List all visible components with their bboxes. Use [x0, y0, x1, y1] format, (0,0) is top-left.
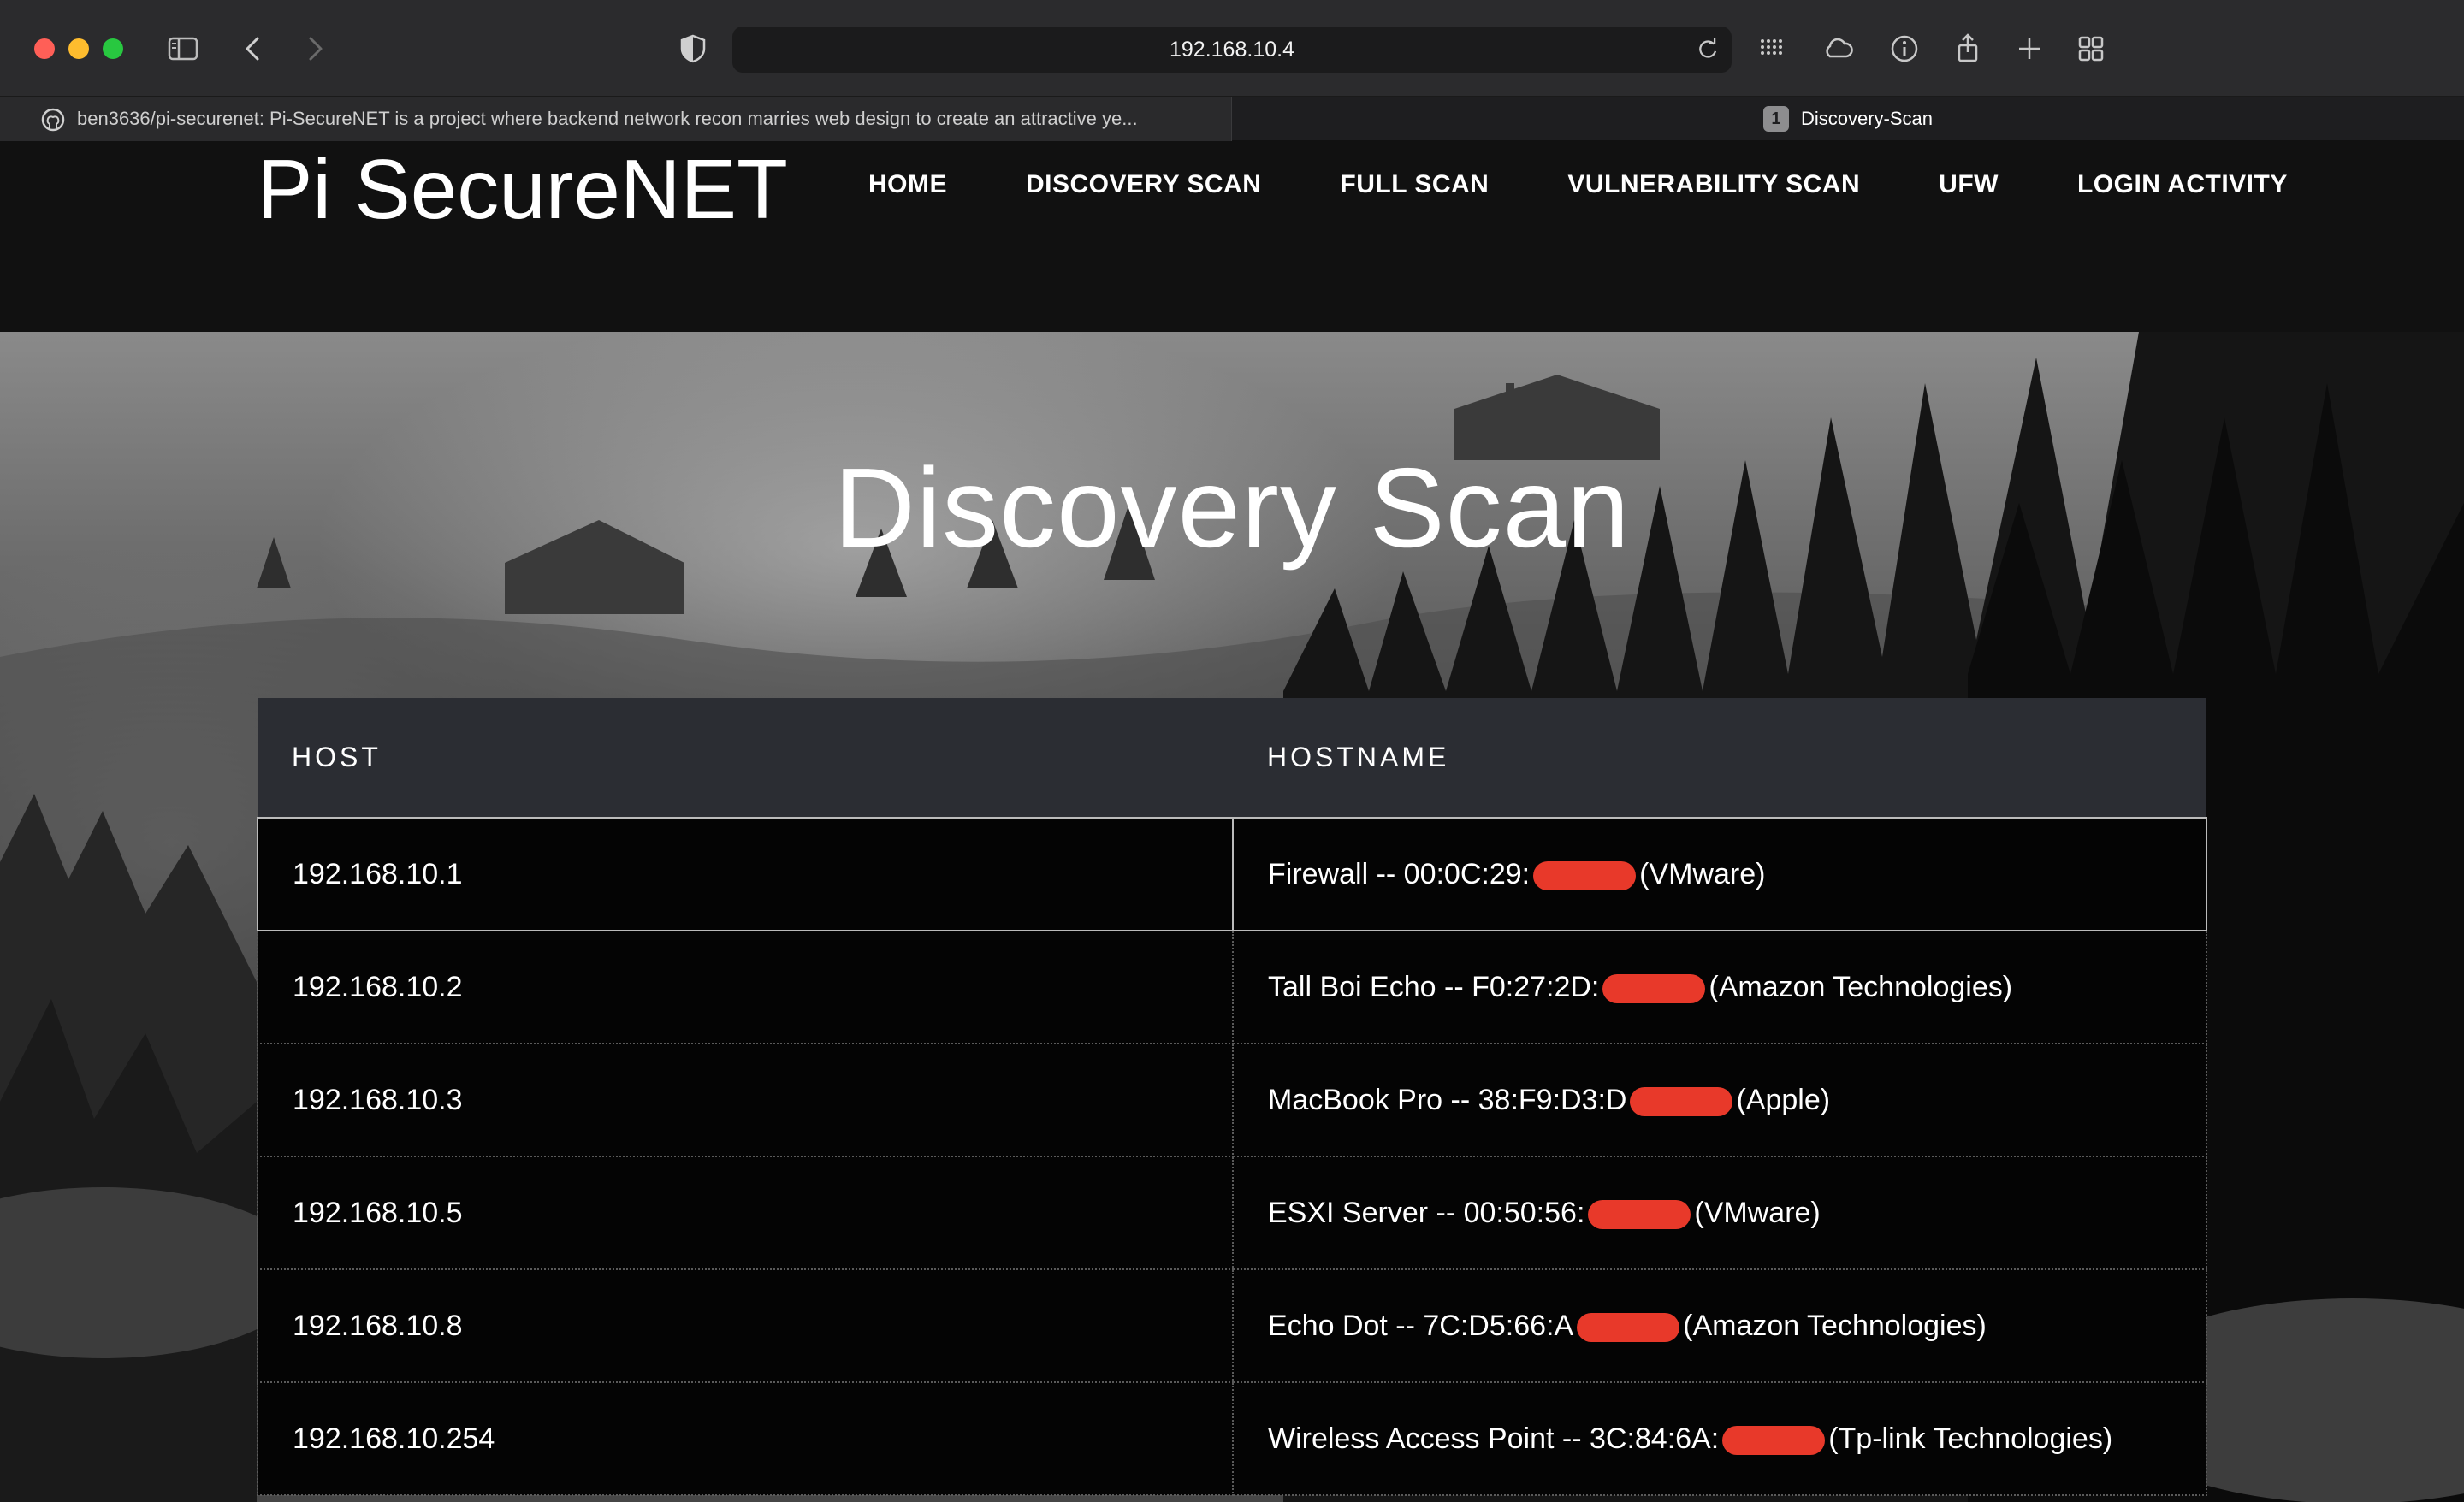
table-header-row: HOST HOSTNAME — [258, 698, 2206, 818]
host-cell: 192.168.10.254 — [257, 1381, 1234, 1496]
hostname-prefix: MacBook Pro -- 38:F9:D3:D — [1268, 1083, 1627, 1116]
table-row: 192.168.10.2 Tall Boi Echo -- F0:27:2D: (… — [257, 930, 2207, 1044]
hostname-cell: Echo Dot -- 7C:D5:66:A (Amazon Technologi… — [1232, 1268, 2207, 1383]
nav-vulnerability-scan[interactable]: VULNERABILITY SCAN — [1567, 170, 1860, 199]
tab-title: Discovery-Scan — [1800, 108, 1934, 129]
nav-home[interactable]: HOME — [868, 170, 947, 199]
site-header: Pi SecureNET HOME DISCOVERY SCAN FULL SC… — [0, 141, 2464, 332]
vendor-text: (Tp-link Technologies) — [1828, 1422, 2113, 1455]
close-window-button[interactable] — [34, 38, 55, 59]
tab-github[interactable]: ben3636/pi-securenet: Pi-SecureNET is a … — [0, 97, 1232, 141]
forward-icon[interactable] — [294, 28, 335, 69]
table-row: 192.168.10.8 Echo Dot -- 7C:D5:66:A (Amaz… — [257, 1268, 2207, 1383]
table-row: 192.168.10.1 Firewall -- 00:0C:29: (VMwar… — [257, 817, 2207, 931]
main-nav: HOME DISCOVERY SCAN FULL SCAN VULNERABIL… — [868, 170, 2366, 199]
page-title: Discovery Scan — [833, 445, 1631, 571]
github-icon — [41, 108, 65, 132]
redaction-mark — [1588, 1199, 1691, 1229]
share-icon[interactable] — [1947, 28, 1988, 69]
tab-overview-icon[interactable] — [2070, 28, 2112, 69]
hostname-prefix: Tall Boi Echo -- F0:27:2D: — [1268, 970, 1600, 1003]
host-cell: 192.168.10.2 — [257, 930, 1234, 1044]
hostname-prefix: ESXI Server -- 00:50:56: — [1268, 1196, 1585, 1229]
host-cell: 192.168.10.1 — [257, 817, 1234, 931]
tab-bar: ben3636/pi-securenet: Pi-SecureNET is a … — [0, 97, 2464, 141]
hostname-prefix: Firewall -- 00:0C:29: — [1268, 857, 1531, 890]
hostname-cell: Firewall -- 00:0C:29: (VMware) — [1232, 817, 2207, 931]
plus-icon[interactable] — [2009, 28, 2050, 69]
nav-full-scan[interactable]: FULL SCAN — [1340, 170, 1489, 199]
redaction-mark — [1533, 860, 1637, 890]
address-bar[interactable]: 192.168.10.4 — [732, 27, 1732, 73]
info-icon[interactable] — [1884, 28, 1925, 69]
cloud-icon[interactable] — [1817, 28, 1858, 69]
host-cell: 192.168.10.3 — [257, 1043, 1234, 1157]
nav-login-activity[interactable]: LOGIN ACTIVITY — [2077, 170, 2288, 199]
minimize-window-button[interactable] — [68, 38, 89, 59]
hostname-cell: MacBook Pro -- 38:F9:D3:D (Apple) — [1232, 1043, 2207, 1157]
vendor-text: (Amazon Technologies) — [1683, 1309, 1987, 1342]
sidebar-icon[interactable] — [163, 28, 204, 69]
reload-icon[interactable] — [1692, 34, 1723, 65]
redaction-mark — [1602, 973, 1706, 1003]
vendor-text: (VMware) — [1639, 857, 1766, 890]
nav-ufw[interactable]: UFW — [1939, 170, 1999, 199]
hostname-prefix: Wireless Access Point -- 3C:84:6A: — [1268, 1422, 1720, 1455]
vendor-text: (Amazon Technologies) — [1709, 970, 2013, 1003]
table-row: 192.168.10.5 ESXI Server -- 00:50:56: (VM… — [257, 1156, 2207, 1270]
host-cell: 192.168.10.8 — [257, 1268, 1234, 1383]
redaction-mark — [1722, 1425, 1826, 1455]
zoom-window-button[interactable] — [103, 38, 123, 59]
hostname-cell: ESXI Server -- 00:50:56: (VMware) — [1232, 1156, 2207, 1270]
nav-discovery-scan[interactable]: DISCOVERY SCAN — [1026, 170, 1261, 199]
redaction-mark — [1577, 1312, 1680, 1342]
browser-toolbar: 192.168.10.4 — [0, 0, 2464, 97]
column-header-host: HOST — [258, 698, 1233, 818]
vendor-text: (Apple) — [1736, 1083, 1831, 1116]
table-row: 192.168.10.3 MacBook Pro -- 38:F9:D3:D (A… — [257, 1043, 2207, 1157]
url-text: 192.168.10.4 — [1170, 37, 1294, 62]
hostname-prefix: Echo Dot -- 7C:D5:66:A — [1268, 1309, 1574, 1342]
shield-icon[interactable] — [672, 28, 714, 69]
hostname-cell: Wireless Access Point -- 3C:84:6A: (Tp-li… — [1232, 1381, 2207, 1496]
hostname-cell: Tall Boi Echo -- F0:27:2D: (Amazon Techno… — [1232, 930, 2207, 1044]
discovery-results-table: HOST HOSTNAME 192.168.10.1 Firewall -- 0… — [257, 698, 2207, 1496]
redaction-mark — [1630, 1086, 1733, 1116]
column-header-hostname: HOSTNAME — [1233, 698, 2206, 818]
host-cell: 192.168.10.5 — [257, 1156, 1234, 1270]
table-row: 192.168.10.254 Wireless Access Point -- … — [257, 1381, 2207, 1496]
back-icon[interactable] — [233, 28, 274, 69]
tab-discovery-scan[interactable]: 1 Discovery-Scan — [1232, 97, 2464, 141]
vendor-text: (VMware) — [1694, 1196, 1821, 1229]
extensions-grid-icon[interactable] — [1750, 28, 1792, 69]
tab-favicon-badge: 1 — [1762, 106, 1789, 132]
site-logo[interactable]: Pi SecureNET — [257, 141, 788, 237]
tab-title: ben3636/pi-securenet: Pi-SecureNET is a … — [77, 108, 1138, 129]
